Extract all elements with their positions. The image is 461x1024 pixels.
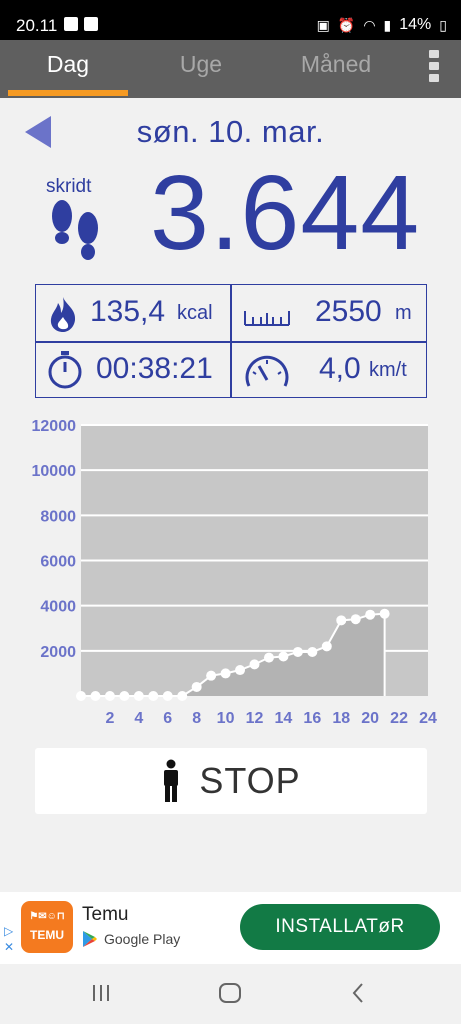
flame-icon (50, 297, 76, 332)
chart-point (350, 614, 361, 625)
chart-x-tick-label: 6 (163, 710, 172, 727)
chart-y-tick-label: 4000 (40, 599, 76, 616)
calories-value: 135,4 (90, 295, 166, 328)
chart-x-tick-label: 16 (303, 710, 321, 727)
tab-month[interactable]: Måned (276, 40, 396, 98)
temu-logo-text: TEMU (30, 928, 64, 942)
back-icon[interactable] (350, 982, 366, 1004)
chart-point (263, 652, 274, 663)
notification-icon (64, 17, 78, 31)
chart-point (76, 691, 86, 701)
signal-icon: ▮ (383, 16, 392, 33)
chart-x-tick-label: 14 (275, 710, 293, 727)
tab-day[interactable]: Dag (8, 40, 128, 98)
home-icon[interactable] (218, 982, 242, 1004)
chart-x-tick-label: 4 (134, 710, 143, 727)
notification-icons (64, 17, 98, 31)
calories-cell: 135,4 kcal (36, 285, 230, 341)
chart-y-tick-label: 6000 (40, 554, 76, 571)
chart-point (321, 641, 332, 652)
chart-x-tick-label: 10 (217, 710, 235, 727)
chart-point (148, 691, 159, 701)
battery-icon: ▯ (439, 16, 447, 33)
chart-point (379, 608, 390, 619)
distance-unit: m (395, 302, 412, 324)
chart-x-tick-label: 12 (246, 710, 264, 727)
status-bar: 20.11 ▣ ⏰ ◠ ▮ 14% ▯ (0, 0, 461, 40)
tab-bar: Dag Uge Måned (0, 40, 461, 98)
chart-x-tick-label: 22 (390, 710, 408, 727)
calories-unit: kcal (177, 302, 213, 324)
chart-point (119, 691, 130, 701)
chart-point (162, 691, 173, 701)
store-name: Google Play (104, 931, 181, 947)
ad-banner[interactable]: ▷ ✕ ⚑✉☺⊓ TEMU Temu Google Play INSTALLATø… (0, 892, 461, 964)
steps-count: 3.644 (150, 154, 421, 272)
duration-cell: 00:38:21 (36, 342, 230, 398)
ruler-icon (244, 311, 290, 326)
chart-point (191, 681, 202, 692)
chart-point (104, 691, 115, 701)
wifi-icon: ◠ (363, 16, 376, 33)
stopwatch-icon (48, 351, 82, 389)
chart-y-tick-label: 8000 (40, 508, 76, 525)
distance-cell: 2550 m (231, 285, 425, 341)
distance-value: 2550 (315, 295, 382, 328)
chart-point (292, 646, 303, 657)
battery-percent: 14% (399, 16, 432, 33)
chart-y-tick-label: 10000 (32, 463, 77, 480)
chart-x-tick-label: 2 (105, 710, 114, 727)
chart-point (220, 668, 231, 679)
chart-y-tick-label: 12000 (32, 418, 77, 435)
install-button[interactable]: INSTALLATøR (240, 904, 440, 950)
chart-point (365, 609, 376, 620)
chart-x-tick-label: 24 (419, 710, 437, 727)
speedometer-icon (245, 355, 289, 387)
adchoices-icon[interactable]: ▷ ✕ (4, 924, 14, 955)
tab-week[interactable]: Uge (141, 40, 261, 98)
chart-point (206, 670, 217, 681)
chart-x-tick-label: 18 (332, 710, 350, 727)
recent-apps-icon[interactable] (90, 982, 112, 1004)
speed-unit: km/t (369, 359, 407, 381)
google-play-badge: Google Play (82, 930, 180, 948)
alarm-icon: ⏰ (337, 16, 356, 33)
lock-icon: ▣ (316, 16, 330, 33)
speed-cell: 4,0 km/t (231, 342, 425, 398)
chart-point (177, 691, 188, 701)
duration-value: 00:38:21 (96, 352, 213, 385)
chart-point (133, 691, 144, 701)
chart-point (336, 615, 347, 626)
google-play-icon (83, 931, 97, 947)
status-time: 20.11 (16, 16, 58, 35)
steps-chart: 200040006000800010000120002 4 6 8 10 12 14 16 18… (32, 418, 438, 727)
chart-point (90, 691, 101, 701)
person-icon (164, 759, 179, 802)
chart-x-tick-label: 20 (361, 710, 379, 727)
chart-point (235, 665, 246, 676)
date-row: søn. 10. mar. (0, 108, 461, 156)
footprints-icon (52, 200, 98, 260)
date-title: søn. 10. mar. (136, 114, 325, 149)
checkbox-notification-icon (84, 17, 98, 31)
steps-label: skridt (46, 176, 92, 197)
chart-x-tick-label: 8 (192, 710, 201, 727)
chart-point (307, 646, 318, 657)
chart-point (249, 659, 260, 670)
stats-grid: 135,4 kcal 2550 m 00:38:21 4,0 km/t (35, 284, 427, 398)
status-right: ▣ ⏰ ◠ ▮ 14% ▯ (317, 16, 447, 34)
chart-point (278, 651, 289, 662)
system-nav-bar (0, 964, 461, 1024)
main-content: søn. 10. mar. skridt 3.644 135,4 kcal 25… (0, 98, 461, 892)
stop-button[interactable]: STOP (35, 748, 427, 814)
temu-logo: ⚑✉☺⊓ TEMU (21, 901, 73, 953)
speed-value: 4,0 (319, 352, 361, 385)
chart-y-tick-label: 2000 (40, 644, 76, 661)
stop-label: STOP (199, 760, 301, 801)
ad-app-name: Temu (82, 904, 129, 925)
overflow-menu-icon[interactable] (429, 50, 441, 82)
